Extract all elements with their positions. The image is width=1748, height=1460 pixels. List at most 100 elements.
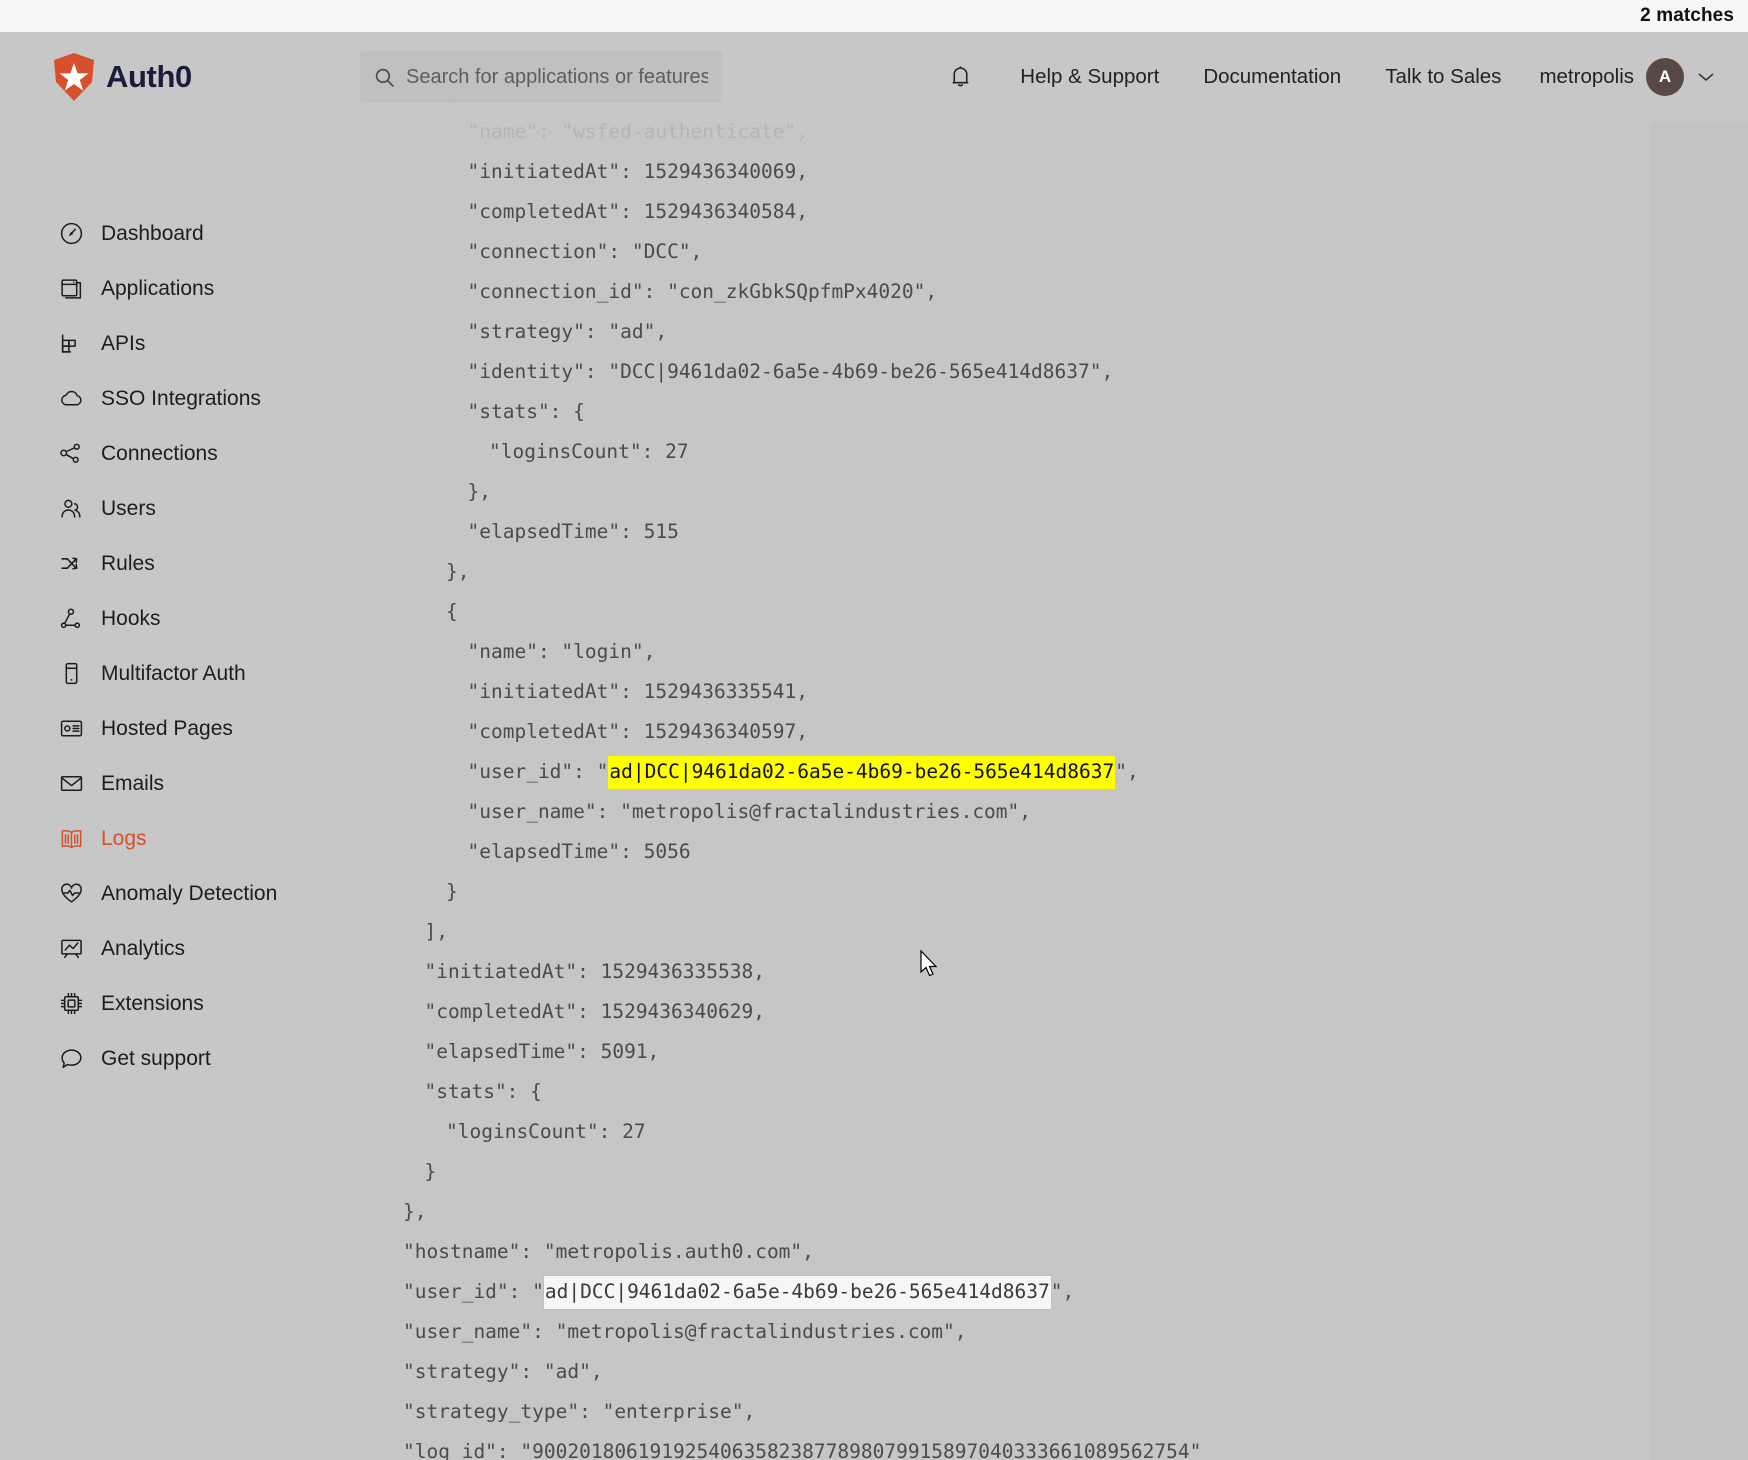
search-input[interactable] [406,65,708,89]
mouse-cursor [920,950,940,980]
hook-nodes-icon [58,606,84,632]
sidebar-item-hooks[interactable]: Hooks [0,591,360,646]
nav-help-support[interactable]: Help & Support [998,65,1181,89]
json-line-tail: ", [1050,1280,1075,1303]
chevron-down-icon [1698,72,1714,82]
json-line: "completedAt": 1529436340584, [467,200,808,223]
json-line: { [446,600,458,623]
envelope-icon [58,771,84,797]
json-line: "identity": "DCC|9461da02-6a5e-4b69-be26… [467,360,1114,383]
json-line: "name": "login", [467,640,656,663]
json-key: "user_id": " [403,1280,544,1303]
sidebar-item-label: Users [101,496,156,520]
json-line-tail: ", [1115,760,1139,783]
auth0-dashboard-page: "prompts": [{"name": "wsfed-authenticate… [0,32,1748,1460]
json-line: ], [424,920,448,943]
sidebar-item-label: Rules [101,551,155,575]
mobile-icon [58,661,84,687]
sidebar-item-apis[interactable]: APIs [0,316,360,371]
json-line: "completedAt": 1529436340597, [467,720,808,743]
sidebar-item-rules[interactable]: Rules [0,536,360,591]
json-line: }, [403,1200,427,1223]
json-line: "log_id": "90020180619192540635823877898… [403,1440,1202,1460]
bars-icon [58,331,84,357]
sidebar-item-connections[interactable]: Connections [0,426,360,481]
json-line: "hostname": "metropolis.auth0.com", [403,1240,814,1263]
sidebar-item-sso-integrations[interactable]: SSO Integrations [0,371,360,426]
sidebar-item-label: Applications [101,276,215,300]
tenant-menu[interactable]: metropolis A [1523,58,1714,96]
shuffle-icon [58,551,84,577]
sidebar-item-anomaly-detection[interactable]: Anomaly Detection [0,866,360,921]
json-line: } [446,880,458,903]
gauge-icon [58,221,84,247]
json-line: "connection": "DCC", [467,240,703,263]
json-line: "strategy": "ad", [403,1360,603,1383]
sidebar-item-multifactor-auth[interactable]: Multifactor Auth [0,646,360,701]
json-line: "user_id": "ad|DCC|9461da02-6a5e-4b69-be… [360,1272,1650,1312]
sidebar-item-extensions[interactable]: Extensions [0,976,360,1031]
global-search[interactable] [360,51,722,103]
notifications-bell-icon[interactable] [949,65,998,90]
sidebar-item-emails[interactable]: Emails [0,756,360,811]
sidebar-item-label: SSO Integrations [101,386,261,410]
sidebar-item-get-support[interactable]: Get support [0,1031,360,1086]
top-header-bar: Auth0 Help & Support Documentatio [0,32,1748,122]
window-icon [58,276,84,302]
book-icon [58,826,84,852]
search-match-active: ad|DCC|9461da02-6a5e-4b69-be26-565e414d8… [608,756,1116,789]
json-line: "user_name": "metropolis@fractalindustri… [403,1320,967,1343]
json-key: "user_id": " [467,760,609,783]
sidebar-item-applications[interactable]: Applications [0,261,360,316]
sidebar-item-label: APIs [101,331,146,355]
search-icon [374,67,395,88]
json-line: "user_id": "ad|DCC|9461da02-6a5e-4b69-be… [360,752,1650,792]
share-nodes-icon [58,441,84,467]
left-sidebar-nav: Dashboard Applications APIs SSO Integration… [0,122,360,1460]
json-line: } [424,1160,437,1183]
sidebar-item-label: Emails [101,771,165,795]
auth0-logo-icon [52,52,96,102]
nav-talk-to-sales[interactable]: Talk to Sales [1363,65,1523,89]
json-line: "completedAt": 1529436340629, [424,1000,765,1023]
sidebar-item-users[interactable]: Users [0,481,360,536]
sidebar-item-label: Hosted Pages [101,716,233,740]
sidebar-item-label: Connections [101,441,218,465]
cloud-icon [58,386,84,412]
heart-pulse-icon [58,881,84,907]
search-match: ad|DCC|9461da02-6a5e-4b69-be26-565e414d8… [543,1276,1051,1309]
json-line: "initiatedAt": 1529436340069, [467,160,808,183]
json-line: "initiatedAt": 1529436335541, [467,680,808,703]
sidebar-item-dashboard[interactable]: Dashboard [0,206,360,261]
json-line: }, [467,480,491,503]
json-line: "loginsCount": 27 [489,440,689,463]
json-line: "user_name": "metropolis@fractalindustri… [467,800,1032,823]
sidebar-item-label: Dashboard [101,221,204,245]
json-line: "connection_id": "con_zkGbkSQpfmPx4020", [467,280,938,303]
avatar: A [1646,58,1684,96]
json-line: "elapsedTime": 5091, [424,1040,660,1063]
sidebar-item-label: Extensions [101,991,204,1015]
chart-icon [58,936,84,962]
nav-documentation[interactable]: Documentation [1181,65,1363,89]
sidebar-item-hosted-pages[interactable]: Hosted Pages [0,701,360,756]
tenant-name: metropolis [1539,65,1634,88]
json-line: "stats": { [424,1080,542,1103]
sidebar-item-label: Analytics [101,936,186,960]
json-line: "strategy": "ad", [467,320,668,343]
top-navigation: Help & Support Documentation Talk to Sal… [722,58,1748,96]
sidebar-item-logs[interactable]: Logs [0,811,360,866]
sidebar-item-label: Hooks [101,606,161,630]
id-card-icon [58,716,84,742]
sidebar-item-analytics[interactable]: Analytics [0,921,360,976]
log-detail-json-viewer[interactable]: "prompts": [{"name": "wsfed-authenticate… [360,32,1650,1460]
json-line: "stats": { [467,400,585,423]
chip-icon [58,991,84,1017]
users-icon [58,496,84,522]
json-line: "elapsedTime": 5056 [467,840,691,863]
chat-bubble-icon [58,1046,84,1072]
sidebar-item-label: Logs [101,826,147,850]
json-line: "strategy_type": "enterprise", [403,1400,756,1423]
brand-logo[interactable]: Auth0 [0,32,360,122]
find-match-count: 2 matches [1640,5,1734,26]
